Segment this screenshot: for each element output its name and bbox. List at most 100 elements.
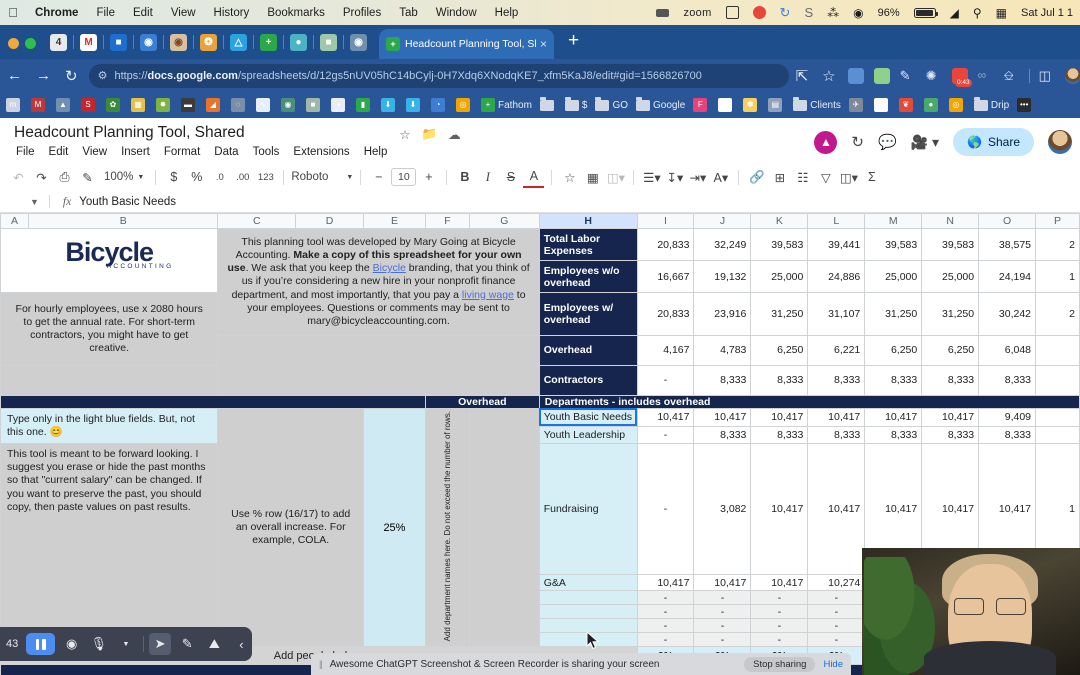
profile-avatar-icon[interactable] [1065, 68, 1080, 84]
cell[interactable]: 8,333 [751, 426, 808, 444]
minimize-button[interactable] [8, 38, 19, 49]
cell[interactable]: - [637, 591, 694, 605]
row-label-total-labor[interactable]: Total Labor Expenses [539, 229, 637, 261]
bookmark-item[interactable]: ✔ [718, 98, 735, 112]
cell[interactable]: 16,667 [637, 261, 694, 293]
move-folder-icon[interactable]: 📁 [422, 127, 438, 142]
paint-format-icon[interactable]: ✎ [77, 167, 98, 188]
cell[interactable]: - [751, 633, 808, 647]
collapse-icon[interactable]: ‹ [231, 633, 252, 655]
column-header-P[interactable]: P [1036, 214, 1080, 229]
bookmark-item[interactable]: ✈ [849, 98, 866, 112]
cell[interactable]: 6,048 [979, 335, 1036, 365]
microphone-icon[interactable]: 🎙 [88, 633, 109, 655]
clock[interactable]: Sat Jul 1 1 [1014, 7, 1080, 19]
sheets-menu-help[interactable]: Help [364, 146, 388, 158]
column-header-F[interactable]: F [425, 214, 469, 229]
bookmark-item[interactable]: S [81, 98, 98, 112]
print-icon[interactable]: ⎙ [54, 167, 75, 188]
cell[interactable] [1036, 426, 1080, 444]
cell[interactable]: 10,417 [808, 444, 865, 575]
cell[interactable]: 32,249 [694, 229, 751, 261]
cell[interactable]: 8,333 [922, 426, 979, 444]
cell[interactable]: 31,107 [808, 293, 865, 336]
dept-label-fundraising[interactable]: Fundraising [539, 444, 637, 575]
cell[interactable]: 38,575 [979, 229, 1036, 261]
row-label-employees-w-overhead[interactable]: Employees w/ overhead [539, 293, 637, 336]
pinned-tab-slack[interactable]: ❂ [200, 34, 217, 51]
cell[interactable]: 20,833 [637, 293, 694, 336]
cell[interactable]: 2 [1036, 229, 1080, 261]
cell[interactable]: 2 [1036, 293, 1080, 336]
fill-color-icon[interactable]: ☆ [559, 167, 580, 188]
cell[interactable]: 39,583 [865, 229, 922, 261]
percent-format-button[interactable]: % [186, 167, 207, 188]
bookmark-item[interactable]: Drip [974, 100, 1009, 111]
menu-history[interactable]: History [205, 7, 259, 19]
cell[interactable]: - [694, 591, 751, 605]
bookmark-item[interactable]: G [874, 98, 891, 112]
redo-icon[interactable]: ↷ [31, 167, 52, 188]
cell[interactable]: 1 [1036, 261, 1080, 293]
cell[interactable]: 8,333 [979, 365, 1036, 395]
screen-record-icon[interactable] [649, 9, 676, 17]
cell[interactable]: 25,000 [865, 261, 922, 293]
font-size-decrease-button[interactable]: − [368, 167, 389, 188]
extension-notes-icon[interactable] [874, 68, 890, 84]
bookmark-star-icon[interactable]: ☆ [815, 67, 842, 85]
siri-icon[interactable]: ▦ [989, 6, 1014, 20]
share-button[interactable]: 🌎 Share [953, 128, 1034, 156]
cell[interactable]: 31,250 [922, 293, 979, 336]
notifications-icon[interactable] [746, 6, 773, 19]
menu-chrome[interactable]: Chrome [26, 7, 87, 19]
webcam-overlay[interactable] [862, 548, 1080, 675]
sync-icon[interactable]: ↻ [773, 5, 798, 21]
bookmark-item[interactable]: ∿ [256, 98, 273, 112]
row-label-overhead[interactable]: Overhead [539, 335, 637, 365]
camera-icon[interactable]: ◉ [61, 633, 82, 655]
stop-sharing-button[interactable]: Stop sharing [744, 657, 815, 672]
font-family-select[interactable]: Roboto ▼ [291, 171, 353, 183]
cell[interactable] [1036, 335, 1080, 365]
eraser-icon[interactable]: ⛰ [204, 633, 225, 655]
cell[interactable]: 6,250 [751, 335, 808, 365]
cell[interactable]: 24,886 [808, 261, 865, 293]
column-header-I[interactable]: I [637, 214, 694, 229]
menu-window[interactable]: Window [427, 7, 486, 19]
menu-profiles[interactable]: Profiles [334, 7, 390, 19]
cell[interactable]: 8,333 [694, 365, 751, 395]
text-wrap-icon[interactable]: ⇥▾ [687, 167, 708, 188]
insert-chart-icon[interactable]: ☷ [792, 167, 813, 188]
cell[interactable]: 23,916 [694, 293, 751, 336]
meet-icon[interactable]: 🎥 ▾ [911, 134, 939, 151]
bookmark-item[interactable]: ◉ [281, 98, 298, 112]
column-header-N[interactable]: N [922, 214, 979, 229]
living-wage-link[interactable]: living wage [462, 289, 514, 301]
cell[interactable]: - [751, 619, 808, 633]
bookmark-item[interactable]: ◔ [431, 98, 448, 112]
borders-icon[interactable]: ▦ [582, 167, 603, 188]
bookmark-item[interactable]: ✸ [156, 98, 173, 112]
italic-button[interactable]: I [477, 167, 498, 188]
increase-decimal-button[interactable]: .00 [232, 167, 253, 188]
column-header-M[interactable]: M [865, 214, 922, 229]
undo-icon[interactable]: ↶ [8, 167, 29, 188]
page-title[interactable]: Headcount Planning Tool, Shared [14, 124, 387, 142]
bookmark-item[interactable]: ◌ [231, 98, 248, 112]
cell[interactable]: 10,417 [637, 575, 694, 591]
cell[interactable]: 6,250 [922, 335, 979, 365]
overhead-percent-cell[interactable]: 25% [363, 408, 425, 646]
bookmark-item[interactable]: ■ [306, 98, 323, 112]
cell[interactable]: 25,000 [751, 261, 808, 293]
cell[interactable]: - [808, 591, 865, 605]
pen-icon[interactable]: ✎ [177, 633, 198, 655]
cell[interactable]: 31,250 [751, 293, 808, 336]
row-label-employees-wo-overhead[interactable]: Employees w/o overhead [539, 261, 637, 293]
bookmark-item[interactable]: ✽ [743, 98, 760, 112]
cell[interactable]: - [637, 444, 694, 575]
functions-icon[interactable]: Σ [861, 167, 882, 188]
hide-button[interactable]: Hide [823, 659, 843, 670]
cell[interactable]: 8,333 [694, 426, 751, 444]
column-header-O[interactable]: O [979, 214, 1036, 229]
cell[interactable]: 20,833 [637, 229, 694, 261]
